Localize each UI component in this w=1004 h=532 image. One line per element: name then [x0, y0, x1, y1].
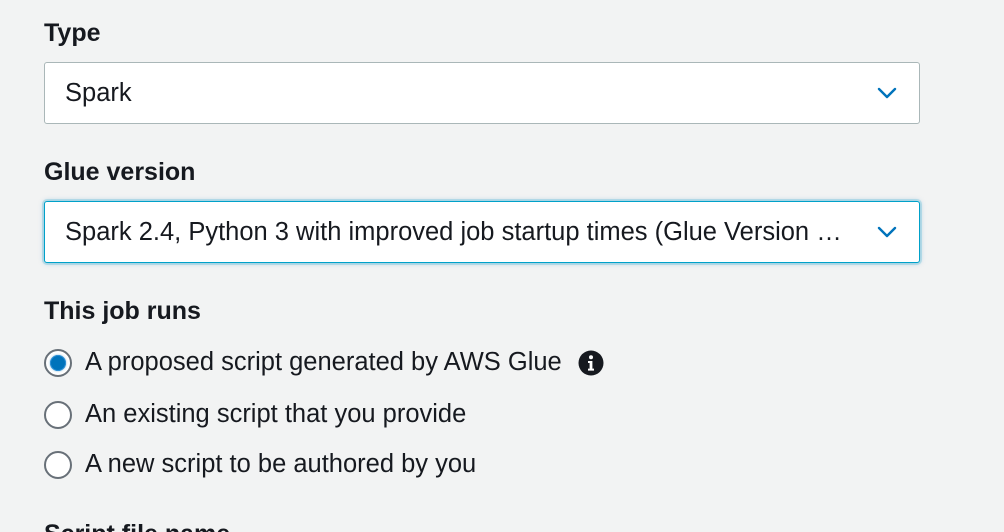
type-label: Type [44, 19, 101, 47]
glue-version-label: Glue version [44, 158, 196, 186]
radio-option-existing-script[interactable]: An existing script that you provide [44, 400, 466, 429]
job-runs-label: This job runs [44, 297, 201, 325]
type-select-value: Spark [65, 78, 132, 107]
radio-label: An existing script that you provide [85, 400, 467, 428]
radio-button-checked[interactable] [44, 348, 72, 377]
job-properties-panel: Type Spark Glue version Spark 2.4, Pytho… [0, 0, 1004, 532]
radio-option-new-script[interactable]: A new script to be authored by you [44, 450, 476, 479]
radio-label: A proposed script generated by AWS Glue [85, 348, 562, 376]
radio-label: A new script to be authored by you [85, 450, 477, 478]
type-select[interactable]: Spark [44, 62, 920, 124]
chevron-down-icon [877, 87, 897, 99]
info-icon[interactable] [578, 350, 604, 376]
radio-button[interactable] [44, 400, 72, 429]
radio-option-proposed-script[interactable]: A proposed script generated by AWS Glue [44, 348, 604, 377]
chevron-down-icon [877, 226, 897, 238]
radio-button[interactable] [44, 450, 72, 479]
glue-version-select-value: Spark 2.4, Python 3 with improved job st… [65, 217, 849, 246]
script-file-name-label: Script file name [44, 522, 230, 532]
glue-version-select[interactable]: Spark 2.4, Python 3 with improved job st… [44, 201, 920, 263]
